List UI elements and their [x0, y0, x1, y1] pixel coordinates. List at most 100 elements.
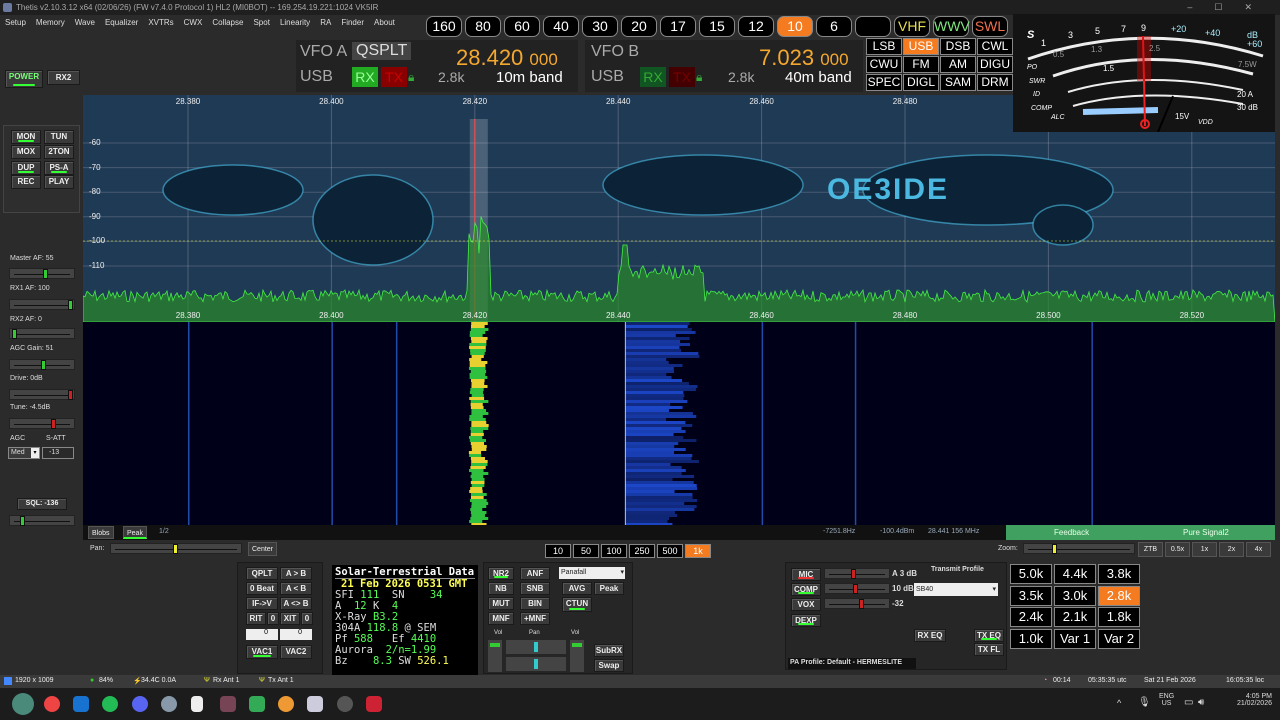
band-button-swl[interactable]: SWL [972, 16, 1008, 37]
outlook-icon[interactable] [73, 696, 89, 712]
rit-step-input[interactable]: 0 [246, 629, 278, 640]
qplt-button[interactable]: QPLT [246, 567, 278, 580]
band-button-40[interactable]: 40 [543, 16, 579, 37]
slider-thumb[interactable] [68, 300, 73, 310]
filter-4.4k[interactable]: 4.4k [1054, 564, 1096, 584]
pan-slider[interactable] [110, 543, 242, 554]
filter-var1[interactable]: Var 1 [1054, 628, 1096, 649]
swap-ab-button[interactable]: A <> B [280, 597, 312, 610]
file-icon[interactable] [191, 696, 203, 712]
step-button-250[interactable]: 250 [629, 544, 655, 558]
mic-icon[interactable]: 🎙︎ [1138, 697, 1151, 708]
peak-button[interactable]: Peak [123, 526, 147, 539]
mode-fm[interactable]: FM [903, 56, 939, 73]
menu-cwx[interactable]: CWX [179, 16, 208, 30]
sql-button[interactable]: SQL: -136 [17, 498, 67, 510]
discord-icon[interactable] [132, 696, 148, 712]
rx2-af-slider[interactable] [9, 328, 75, 339]
filter-1.0k[interactable]: 1.0k [1010, 628, 1052, 649]
mic-button[interactable]: MIC [791, 568, 821, 581]
app-icon[interactable] [337, 696, 353, 712]
bin-button[interactable]: BIN [520, 597, 550, 610]
filter-2.8k[interactable]: 2.8k [1098, 585, 1140, 606]
tray-chevron-icon[interactable]: ^ [1117, 698, 1121, 708]
filter-5.0k[interactable]: 5.0k [1010, 564, 1052, 584]
menu-finder[interactable]: Finder [336, 16, 369, 30]
avg-button[interactable]: AVG [562, 582, 592, 595]
tx-fl-button[interactable]: TX FL [974, 643, 1004, 656]
app-icon[interactable] [366, 696, 382, 712]
mon-button[interactable]: MON [11, 130, 41, 144]
ctun-button[interactable]: CTUN [562, 597, 592, 612]
menu-linearity[interactable]: Linearity [275, 16, 315, 30]
tx-eq-button[interactable]: TX EQ [974, 629, 1004, 642]
play-button[interactable]: PLAY [44, 175, 74, 189]
zoom-button-ztb[interactable]: ZTB [1138, 542, 1163, 557]
band-button-blank[interactable] [855, 16, 891, 37]
master-af-slider[interactable] [9, 268, 75, 279]
anf-button[interactable]: ANF [520, 567, 550, 580]
vfo-b-rx-button[interactable]: RX [640, 67, 666, 87]
band-button-17[interactable]: 17 [660, 16, 696, 37]
drive-slider[interactable] [9, 389, 75, 400]
center-button[interactable]: Center [248, 542, 278, 556]
step-button-1k[interactable]: 1k [685, 544, 711, 558]
menu-ra[interactable]: RA [315, 16, 336, 30]
mode-spec[interactable]: SPEC [866, 74, 902, 91]
mode-sam[interactable]: SAM [940, 74, 976, 91]
comp-button[interactable]: COMP [791, 583, 821, 596]
filter-3.5k[interactable]: 3.5k [1010, 585, 1052, 606]
band-button-80[interactable]: 80 [465, 16, 501, 37]
xit-button[interactable]: XIT [280, 612, 300, 625]
swap-button[interactable]: Swap [594, 659, 624, 672]
clock[interactable]: 4:05 PM 21/02/2026 [1222, 693, 1272, 707]
menu-memory[interactable]: Memory [31, 16, 70, 30]
rit-button[interactable]: RIT [246, 612, 266, 625]
chrome-icon[interactable] [44, 696, 60, 712]
dup-button[interactable]: DUP [11, 161, 41, 175]
peak-display-button[interactable]: Peak [594, 582, 624, 595]
lock-icon[interactable]: 🔒︎ [696, 70, 702, 85]
app-icon[interactable] [161, 696, 177, 712]
step-button-500[interactable]: 500 [657, 544, 683, 558]
band-button-12[interactable]: 12 [738, 16, 774, 37]
mnf-button[interactable]: MNF [488, 612, 514, 625]
b-to-a-button[interactable]: A < B [280, 582, 312, 595]
slider-thumb[interactable] [20, 516, 26, 526]
zoom-button-0.5x[interactable]: 0.5x [1165, 542, 1190, 557]
band-button-vhf[interactable]: VHF [894, 16, 930, 37]
band-button-6[interactable]: 6 [816, 16, 852, 37]
band-button-160[interactable]: 160 [426, 16, 462, 37]
blobs-button[interactable]: Blobs [88, 526, 114, 539]
vfo-a-tx-button[interactable]: TX [381, 67, 407, 87]
mode-dsb[interactable]: DSB [940, 38, 976, 55]
band-button-30[interactable]: 30 [582, 16, 618, 37]
mode-lsb[interactable]: LSB [866, 38, 902, 55]
menu-xvtrs[interactable]: XVTRs [143, 16, 178, 30]
mode-cwu[interactable]: CWU [866, 56, 902, 73]
step-button-50[interactable]: 50 [573, 544, 599, 558]
filter-var2[interactable]: Var 2 [1098, 628, 1140, 649]
rx1-af-slider[interactable] [9, 299, 75, 310]
transmit-profile-select[interactable]: SB40 ▾ [914, 583, 998, 596]
add-mnf-button[interactable]: +MNF [520, 612, 550, 625]
vox-button[interactable]: VOX [791, 598, 821, 611]
slider-thumb[interactable] [51, 419, 57, 429]
menu-wave[interactable]: Wave [70, 16, 100, 30]
lock-icon[interactable]: 🔒︎ [408, 70, 414, 85]
a-to-b-button[interactable]: A > B [280, 567, 312, 580]
filter-2.4k[interactable]: 2.4k [1010, 607, 1052, 627]
mode-digu[interactable]: DIGU [977, 56, 1013, 73]
whatsapp-icon[interactable] [102, 696, 118, 712]
rx1-pan-slider[interactable] [506, 640, 566, 654]
tun-button[interactable]: TUN [44, 130, 74, 144]
filter-3.0k[interactable]: 3.0k [1054, 585, 1096, 606]
pan-thumb[interactable] [173, 544, 178, 554]
slider-thumb[interactable] [68, 390, 73, 400]
filter-3.8k[interactable]: 3.8k [1098, 564, 1140, 584]
agc-mode-select[interactable]: Med ▾ [8, 447, 40, 459]
mic-gain-slider[interactable] [824, 568, 890, 579]
rx-antenna[interactable]: Rx Ant 1 [213, 677, 239, 684]
vac2-button[interactable]: VAC2 [280, 645, 312, 659]
dexp-button[interactable]: DEXP [791, 614, 821, 627]
